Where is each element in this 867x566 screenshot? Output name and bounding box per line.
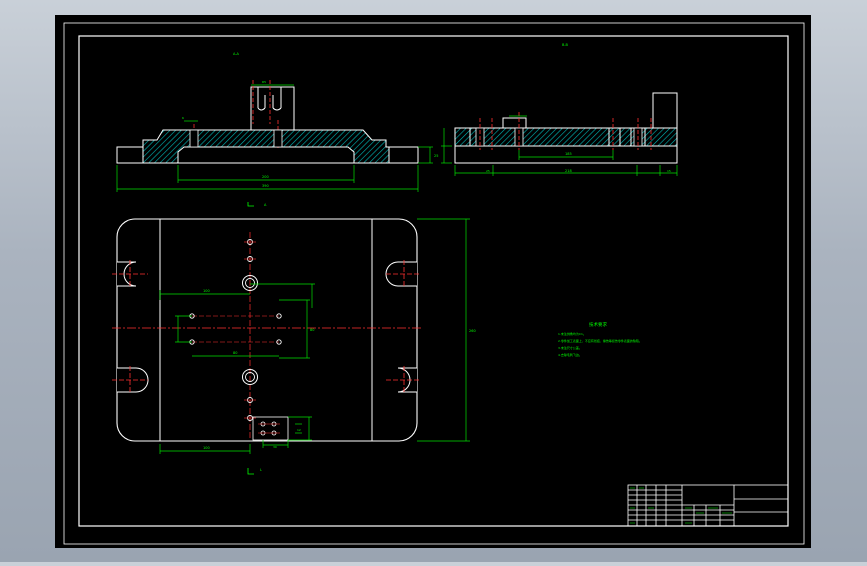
dim-plan-small-1: 12: [297, 428, 301, 432]
dim-plan-small-2: 30: [273, 445, 277, 449]
cad-drawing: 200 390 25 6 R5 A-A A 185 218 25 15 B-B …: [55, 15, 811, 548]
tech-req-line-4: 4.去除毛刺飞边。: [558, 352, 582, 357]
dim-plan-width-a: 100: [203, 289, 210, 293]
tech-req-line-2: 2.零件加工表面上，不应有划痕、擦伤等损伤零件表面的缺陷。: [558, 338, 642, 343]
label-front-view: A-A: [233, 52, 240, 56]
dim-plan-vert: 80: [310, 328, 314, 332]
dim-front-tiny-1: 6: [182, 116, 184, 120]
tech-req-line-3: 3.未注尺寸公差。: [558, 345, 582, 350]
dim-side-inner: 185: [565, 152, 572, 156]
dim-front-tiny-2: R5: [262, 80, 266, 84]
cad-viewport[interactable]: 200 390 25 6 R5 A-A A 185 218 25 15 B-B …: [0, 0, 867, 562]
dim-side-total: 218: [565, 169, 572, 173]
dim-overall-length: 390: [262, 184, 269, 188]
plan-view: [112, 218, 421, 442]
dim-front-height: 25: [434, 154, 438, 158]
dim-plan-height: 260: [469, 329, 476, 333]
dim-plan-bottom: 100: [203, 446, 210, 450]
dim-side-small: 25: [486, 169, 490, 173]
tech-req-line-1: 1.未注倒角均为C1。: [558, 331, 586, 336]
dim-side-right: 15: [667, 169, 671, 173]
tech-req-title: 技术要求: [589, 321, 607, 328]
dim-bottom-length: 200: [262, 175, 269, 179]
label-side-view: B-B: [562, 43, 569, 47]
label-plan-view-bottom: L: [260, 468, 262, 472]
dim-plan-width-b: 80: [233, 351, 237, 355]
